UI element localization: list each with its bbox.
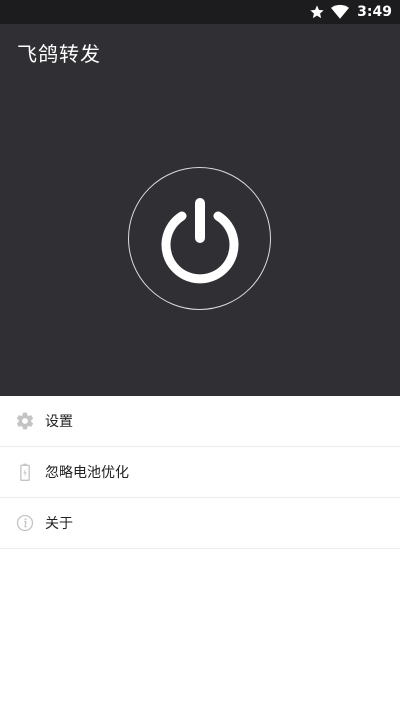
menu-list: 设置 忽略电池优化 关于 [0, 396, 400, 549]
status-time: 3:49 [357, 4, 392, 20]
status-bar: 3:49 [0, 0, 400, 24]
menu-item-label: 忽略电池优化 [45, 465, 129, 481]
gear-icon [15, 411, 35, 431]
power-button[interactable] [128, 167, 271, 310]
app-title: 飞鸽转发 [17, 42, 101, 66]
menu-item-label: 关于 [45, 516, 73, 532]
star-icon [309, 4, 325, 20]
hero-panel: 飞鸽转发 [0, 24, 400, 396]
menu-item-settings[interactable]: 设置 [0, 396, 400, 447]
menu-item-label: 设置 [45, 414, 73, 430]
menu-item-ignore-battery-optimization[interactable]: 忽略电池优化 [0, 447, 400, 498]
info-icon [15, 513, 35, 533]
menu-item-about[interactable]: 关于 [0, 498, 400, 549]
power-icon [161, 197, 238, 283]
battery-icon [15, 462, 35, 482]
wifi-icon [331, 4, 350, 20]
